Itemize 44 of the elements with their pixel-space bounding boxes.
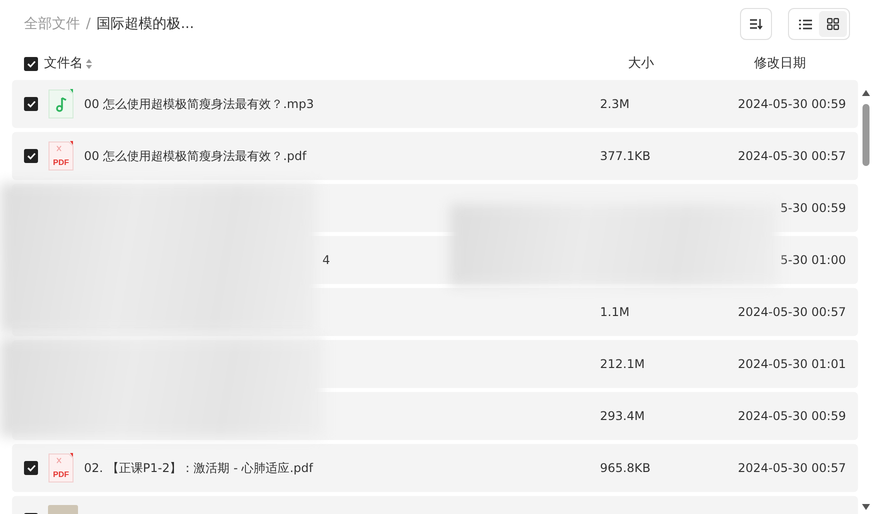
column-header: 文件名 xyxy=(44,55,83,74)
sort-button[interactable] xyxy=(740,8,772,40)
breadcrumb-separator: / xyxy=(86,14,91,34)
modified-date: 2024-05-30 01:01 xyxy=(738,357,846,371)
file-name[interactable]: 02. 【正课P1-2】：激活期 - 心肺适应.pdf xyxy=(84,459,313,477)
checkbox[interactable] xyxy=(24,57,38,71)
audio-file-icon xyxy=(48,89,74,119)
file-name[interactable]: 00 怎么使用超模极简瘦身法最有效？.pdf xyxy=(84,147,306,165)
file-size: 2.3M xyxy=(600,97,630,111)
breadcrumb-item: 国际超模的极... xyxy=(96,14,194,34)
file-name[interactable]: 00 怎么使用超模极简瘦身法最有效？.mp3 xyxy=(84,95,314,113)
checkbox[interactable] xyxy=(24,97,38,111)
modified-date: 5-30 00:59 xyxy=(780,201,846,215)
file-row[interactable]: PDF 02. 【正课P1-2】：激活期 - 心肺适应.pdf 965.8KB 2024-05-30 00:57 xyxy=(12,444,858,492)
checkmark-icon xyxy=(26,152,36,160)
file-size: 293.4M xyxy=(600,409,645,423)
modified-date: 2024-05-30 00:59 xyxy=(738,97,846,111)
modified-date: 2024-05-30 00:57 xyxy=(738,305,846,319)
file-row[interactable]: PDF 00 怎么使用超模极简瘦身法最有效？.pdf 377.1KB 2024-05-30 00:57 xyxy=(12,132,858,180)
sort-order-icon[interactable] xyxy=(86,59,92,69)
checkmark-icon xyxy=(26,464,36,472)
sort-icon xyxy=(749,18,763,30)
checkmark-icon xyxy=(26,60,36,68)
grid-view-button[interactable] xyxy=(819,11,847,37)
file-size: 377.1KB xyxy=(600,149,650,163)
file-name[interactable]: 4 xyxy=(322,251,330,269)
file-row[interactable]: 00 怎么使用超模极简瘦身法最有效？.mp3 2.3M 2024-05-30 00:59 xyxy=(12,80,858,128)
modified-date: 2024-05-30 00:57 xyxy=(738,149,846,163)
scrollbar[interactable] xyxy=(862,90,870,510)
checkmark-icon xyxy=(26,100,36,108)
checkbox[interactable] xyxy=(24,149,38,163)
modified-date: 2024-05-30 00:59 xyxy=(738,409,846,423)
file-size: 212.1M xyxy=(600,357,645,371)
grid-icon xyxy=(827,18,839,30)
checkbox[interactable] xyxy=(24,461,38,475)
file-size: 1.1M xyxy=(600,305,630,319)
modified-date: 2024-05-30 00:57 xyxy=(738,461,846,475)
pdf-label: PDF xyxy=(53,470,69,479)
column-header: 大小 xyxy=(628,55,655,74)
column-header: 修改日期 xyxy=(754,55,807,74)
pdf-label: PDF xyxy=(53,158,69,167)
modified-date: 5-30 01:00 xyxy=(780,253,846,267)
list-icon xyxy=(798,18,812,30)
file-size: 965.8KB xyxy=(600,461,650,475)
